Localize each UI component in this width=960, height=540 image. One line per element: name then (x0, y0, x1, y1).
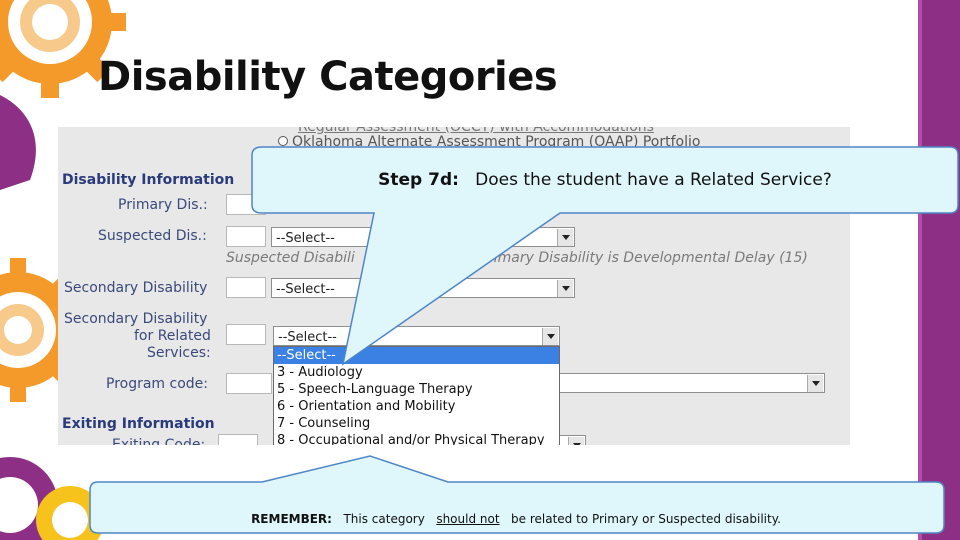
dropdown-option-audiology[interactable]: 3 - Audiology (274, 364, 559, 381)
secondary-related-code-input[interactable] (226, 324, 266, 345)
chevron-down-icon (542, 328, 558, 345)
right-purple-band (918, 0, 960, 540)
program-code-select[interactable] (558, 373, 825, 393)
dropdown-option-counseling[interactable]: 7 - Counseling (274, 415, 559, 432)
chevron-down-icon (557, 229, 573, 246)
step-callout-text: Step 7d: Does the student have a Related… (252, 170, 958, 190)
chevron-down-icon (557, 280, 573, 297)
program-code-input[interactable] (226, 373, 272, 394)
suspected-dis-code-input[interactable] (226, 226, 266, 247)
primary-dis-label: Primary Dis.: (118, 197, 208, 213)
remember-text-emphasis: should not (436, 512, 500, 526)
exiting-code-select[interactable] (558, 435, 586, 445)
related-services-dropdown-list[interactable]: --Select-- 3 - Audiology 5 - Speech-Lang… (273, 346, 560, 445)
exiting-code-input[interactable] (218, 434, 258, 445)
secondary-related-select-value: --Select-- (278, 330, 337, 345)
suspected-dis-select-value: --Select-- (276, 231, 335, 246)
secondary-related-label-line1: Secondary Disability (64, 311, 208, 327)
suspected-note-left: Suspected Disabili (226, 250, 355, 266)
exiting-info-header: Exiting Information (62, 416, 215, 432)
remember-callout-text: REMEMBER: This category should not be re… (90, 512, 942, 526)
suspected-note-right: rimary Disability is Developmental Delay… (488, 250, 808, 266)
secondary-related-label-line2: for Related (134, 328, 211, 344)
suspected-dis-label: Suspected Dis.: (98, 228, 207, 244)
dropdown-option-speech-language[interactable]: 5 - Speech-Language Therapy (274, 381, 559, 398)
secondary-dis-select[interactable]: --Select-- (271, 278, 575, 298)
chevron-down-icon (568, 437, 584, 445)
program-code-label: Program code: (106, 376, 208, 392)
secondary-related-label-line3: Services: (147, 345, 211, 361)
disability-info-header: Disability Information (62, 172, 235, 188)
remember-text-after: be related to Primary or Suspected disab… (511, 512, 781, 526)
assessment-option-oaap[interactable]: Oklahoma Alternate Assessment Program (O… (292, 134, 700, 150)
chevron-down-icon (807, 375, 823, 392)
exiting-code-label: Exiting Code: (112, 437, 206, 445)
assessment-radio[interactable] (278, 136, 288, 146)
dropdown-option-occupational-physical[interactable]: 8 - Occupational and/or Physical Therapy (274, 432, 559, 445)
dropdown-option-select[interactable]: --Select-- (274, 347, 559, 364)
suspected-dis-select[interactable]: --Select-- (271, 227, 575, 247)
step-question: Does the student have a Related Service? (475, 170, 832, 190)
step-label: Step 7d: (378, 170, 459, 190)
secondary-dis-select-value: --Select-- (276, 282, 335, 297)
secondary-disability-label: Secondary Disability (64, 280, 208, 296)
dropdown-option-orientation-mobility[interactable]: 6 - Orientation and Mobility (274, 398, 559, 415)
slide-title: Disability Categories (98, 54, 558, 100)
remember-text-before: This category (343, 512, 425, 526)
remember-label: REMEMBER: (251, 512, 332, 526)
primary-dis-code-input[interactable] (226, 194, 266, 215)
secondary-dis-code-input[interactable] (226, 277, 266, 298)
secondary-related-select[interactable]: --Select-- (273, 326, 560, 346)
